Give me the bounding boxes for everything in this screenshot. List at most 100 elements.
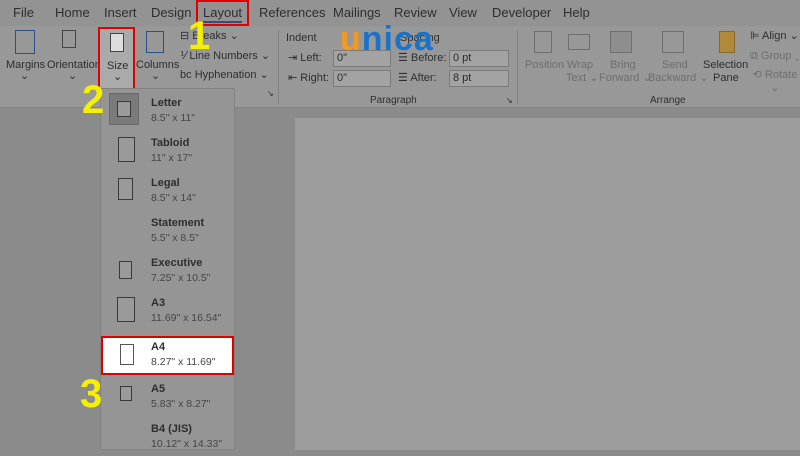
- align-label: Align: [762, 30, 787, 42]
- option-size: 5.83" x 8.27": [151, 398, 211, 410]
- indent-right-input[interactable]: 0": [333, 70, 391, 87]
- divider: [278, 30, 279, 104]
- bring-forward-icon: [610, 31, 632, 53]
- align-icon: ⊫: [750, 30, 763, 42]
- unica-logo: unica: [340, 20, 434, 58]
- rotate-button[interactable]: ⟲ Rotate ⌄: [750, 69, 800, 95]
- send-backward-label: Send: [662, 59, 688, 71]
- tab-references[interactable]: References: [259, 5, 325, 20]
- tab-review[interactable]: Review: [394, 5, 437, 20]
- option-name: Executive: [151, 257, 203, 269]
- option-name: Statement: [151, 217, 205, 229]
- chevron-down-icon: ⌄: [151, 70, 161, 82]
- indent-left-text: Left:: [300, 52, 322, 64]
- size-option-a3[interactable]: A3 11.69" x 16.54": [101, 292, 234, 330]
- send-backward-icon: [662, 31, 684, 53]
- tab-file[interactable]: File: [13, 5, 34, 20]
- selection-pane-label-2: Pane: [713, 72, 739, 84]
- option-name: A4: [151, 341, 166, 353]
- page-icon: [119, 261, 132, 279]
- page-size-icon: [110, 33, 124, 52]
- bring-forward-label: Bring: [610, 59, 636, 71]
- arrange-group-label: Arrange: [650, 95, 686, 106]
- indent-right-icon: ⇤: [288, 72, 301, 84]
- paragraph-launcher-icon[interactable]: ↘: [506, 94, 513, 107]
- option-name: Legal: [151, 177, 180, 189]
- page-icon: [118, 137, 135, 162]
- wrap-text-icon: [568, 34, 590, 50]
- spacing-after-icon: ☰: [398, 72, 411, 84]
- step-marker-2: 2: [82, 78, 105, 122]
- selection-pane-label: Selection: [703, 59, 749, 71]
- size-option-b4-jis[interactable]: B4 (JIS) 10.12" x 14.33": [101, 418, 234, 456]
- option-name: B4 (JIS): [151, 423, 192, 435]
- spacing-after-text: After:: [410, 72, 437, 84]
- tab-developer[interactable]: Developer: [492, 5, 551, 20]
- option-size: 5.5" x 8.5": [151, 232, 199, 244]
- page-icon: [118, 178, 133, 200]
- tab-insert[interactable]: Insert: [104, 5, 137, 20]
- step-marker-1: 1: [188, 14, 211, 58]
- indent-heading: Indent: [286, 32, 317, 44]
- size-option-statement[interactable]: Statement 5.5" x 8.5": [101, 212, 234, 250]
- page-setup-launcher-icon[interactable]: ↘: [267, 87, 274, 100]
- bring-forward-label-2-text: Forward: [599, 72, 640, 84]
- tab-view[interactable]: View: [449, 5, 477, 20]
- chevron-down-icon: ⌄: [113, 71, 123, 83]
- group-icon: ⧉: [750, 50, 761, 62]
- send-backward-label-2-text: Backward: [648, 72, 697, 84]
- option-name: Tabloid: [151, 137, 190, 149]
- columns-icon: [146, 31, 164, 53]
- selection-pane-icon: [719, 31, 735, 53]
- hyphenation-label: Hyphenation: [194, 69, 257, 81]
- document-page[interactable]: [295, 118, 800, 450]
- option-size: 7.25" x 10.5": [151, 272, 211, 284]
- margins-icon: [15, 30, 35, 54]
- size-option-tabloid[interactable]: Tabloid 11" x 17": [101, 132, 234, 170]
- option-size: 8.5" x 14": [151, 192, 196, 204]
- group-label: Group: [760, 50, 792, 62]
- option-size: 8.27" x 11.69": [151, 356, 216, 368]
- tab-help[interactable]: Help: [563, 5, 590, 20]
- wrap-text-label-2: Text ⌄: [566, 72, 599, 84]
- size-option-letter[interactable]: Letter 8.5" x 11": [101, 92, 234, 130]
- orientation-icon: [62, 30, 76, 48]
- size-option-executive[interactable]: Executive 7.25" x 10.5": [101, 252, 234, 290]
- page-icon: [120, 386, 132, 401]
- group-button[interactable]: ⧉ Group ⌄: [750, 50, 800, 63]
- bring-forward-label-2: Forward ⌄: [599, 72, 652, 84]
- size-option-a4[interactable]: A4 8.27" x 11.69": [101, 336, 234, 375]
- spacing-after-label: ☰ After:: [398, 72, 437, 85]
- chevron-down-icon: ⌄: [20, 70, 30, 82]
- wrap-text-label: Wrap: [567, 59, 594, 71]
- page-icon: [120, 344, 134, 365]
- position-icon: [534, 31, 552, 53]
- tab-design[interactable]: Design: [151, 5, 191, 20]
- paragraph-group-label: Paragraph: [370, 95, 417, 106]
- page-icon: [117, 297, 135, 322]
- spacing-before-input[interactable]: 0 pt: [449, 50, 509, 67]
- indent-right-text: Right:: [300, 72, 330, 84]
- indent-left-label: ⇥ Left:: [288, 52, 322, 65]
- divider: [517, 30, 518, 104]
- position-label: Position: [525, 59, 565, 71]
- send-backward-label-2: Backward ⌄: [648, 72, 709, 84]
- tab-home[interactable]: Home: [55, 5, 90, 20]
- rotate-label: Rotate: [764, 69, 798, 81]
- indent-left-icon: ⇥: [288, 52, 301, 64]
- size-dropdown-menu: Letter 8.5" x 11" Tabloid 11" x 17" Lega…: [100, 88, 235, 450]
- size-option-legal[interactable]: Legal 8.5" x 14": [101, 172, 234, 210]
- option-size: 11.69" x 16.54": [151, 312, 222, 324]
- option-name: A3: [151, 297, 166, 309]
- hyphenation-button[interactable]: bc Hyphenation ⌄: [180, 69, 269, 82]
- option-size: 8.5" x 11": [151, 112, 196, 124]
- size-option-a5[interactable]: A5 5.83" x 8.27": [101, 378, 234, 416]
- align-button[interactable]: ⊫ Align ⌄: [750, 30, 799, 43]
- hyphenation-icon: bc: [180, 69, 195, 81]
- tab-mailings[interactable]: Mailings: [333, 5, 381, 20]
- wrap-text-label-2-text: Text: [566, 72, 587, 84]
- page-icon: [117, 101, 131, 117]
- step-marker-3: 3: [80, 372, 103, 416]
- option-name: A5: [151, 383, 166, 395]
- spacing-after-input[interactable]: 8 pt: [449, 70, 509, 87]
